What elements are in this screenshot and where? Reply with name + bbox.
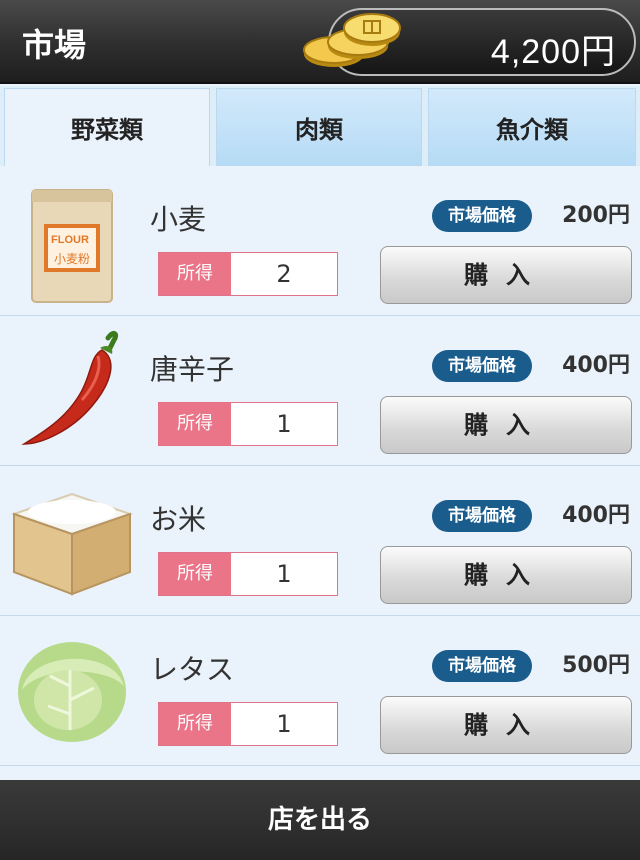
item-name: お米 [150,503,207,536]
tab-seafood[interactable]: 魚介類 [428,88,636,166]
page-title: 市場 [22,26,87,64]
list-item: FLOUR 小麦粉 小麦 市場価格 200円 所得 2 購入 [0,166,640,316]
buy-button[interactable]: 購入 [380,246,632,304]
owned-count: 2 [276,260,292,288]
item-price: 200円 [562,203,630,228]
buy-button[interactable]: 購入 [380,546,632,604]
tab-meat[interactable]: 肉類 [216,88,422,166]
owned-box: 所得 1 [158,702,338,746]
money-value: 4,200円 [490,33,616,71]
bag-text-jp: 小麦粉 [54,252,90,266]
owned-count: 1 [276,560,292,588]
lettuce-icon [18,642,126,742]
price-badge: 市場価格 [432,650,532,682]
list-item: 唐辛子 市場価格 400円 所得 1 購入 [0,316,640,466]
price-badge: 市場価格 [432,350,532,382]
list-item: レタス 市場価格 500円 所得 1 購入 [0,616,640,766]
category-tabs: 野菜類 肉類 魚介類 [0,86,640,166]
price-badge: 市場価格 [432,500,532,532]
wheat-flour-bag-icon: FLOUR 小麦粉 [31,189,113,303]
chili-pepper-icon [21,331,119,445]
owned-box: 所得 1 [158,402,338,446]
item-price: 500円 [562,653,630,678]
buy-button[interactable]: 購入 [380,696,632,754]
leave-shop-button[interactable]: 店を出る [0,780,640,860]
app-header: 市場 4,200円 [0,0,640,84]
owned-label: 所得 [159,403,231,445]
item-price: 400円 [562,353,630,378]
item-price: 400円 [562,503,630,528]
item-name: レタス [150,653,235,686]
owned-count: 1 [276,710,292,738]
price-badge: 市場価格 [432,200,532,232]
item-list: FLOUR 小麦粉 小麦 市場価格 200円 所得 2 購入 唐辛子 市場価格 … [0,166,640,780]
owned-label: 所得 [159,253,231,295]
buy-button[interactable]: 購入 [380,396,632,454]
owned-count: 1 [276,410,292,438]
tab-vegetables[interactable]: 野菜類 [4,88,210,166]
owned-box: 所得 2 [158,252,338,296]
item-name: 唐辛子 [150,353,235,386]
item-name: 小麦 [150,203,207,236]
rice-box-icon [10,492,134,596]
bag-text-en: FLOUR [51,234,89,246]
owned-label: 所得 [159,703,231,745]
gold-coins-icon [303,13,401,67]
list-item: お米 市場価格 400円 所得 1 購入 [0,466,640,616]
owned-box: 所得 1 [158,552,338,596]
owned-label: 所得 [159,553,231,595]
